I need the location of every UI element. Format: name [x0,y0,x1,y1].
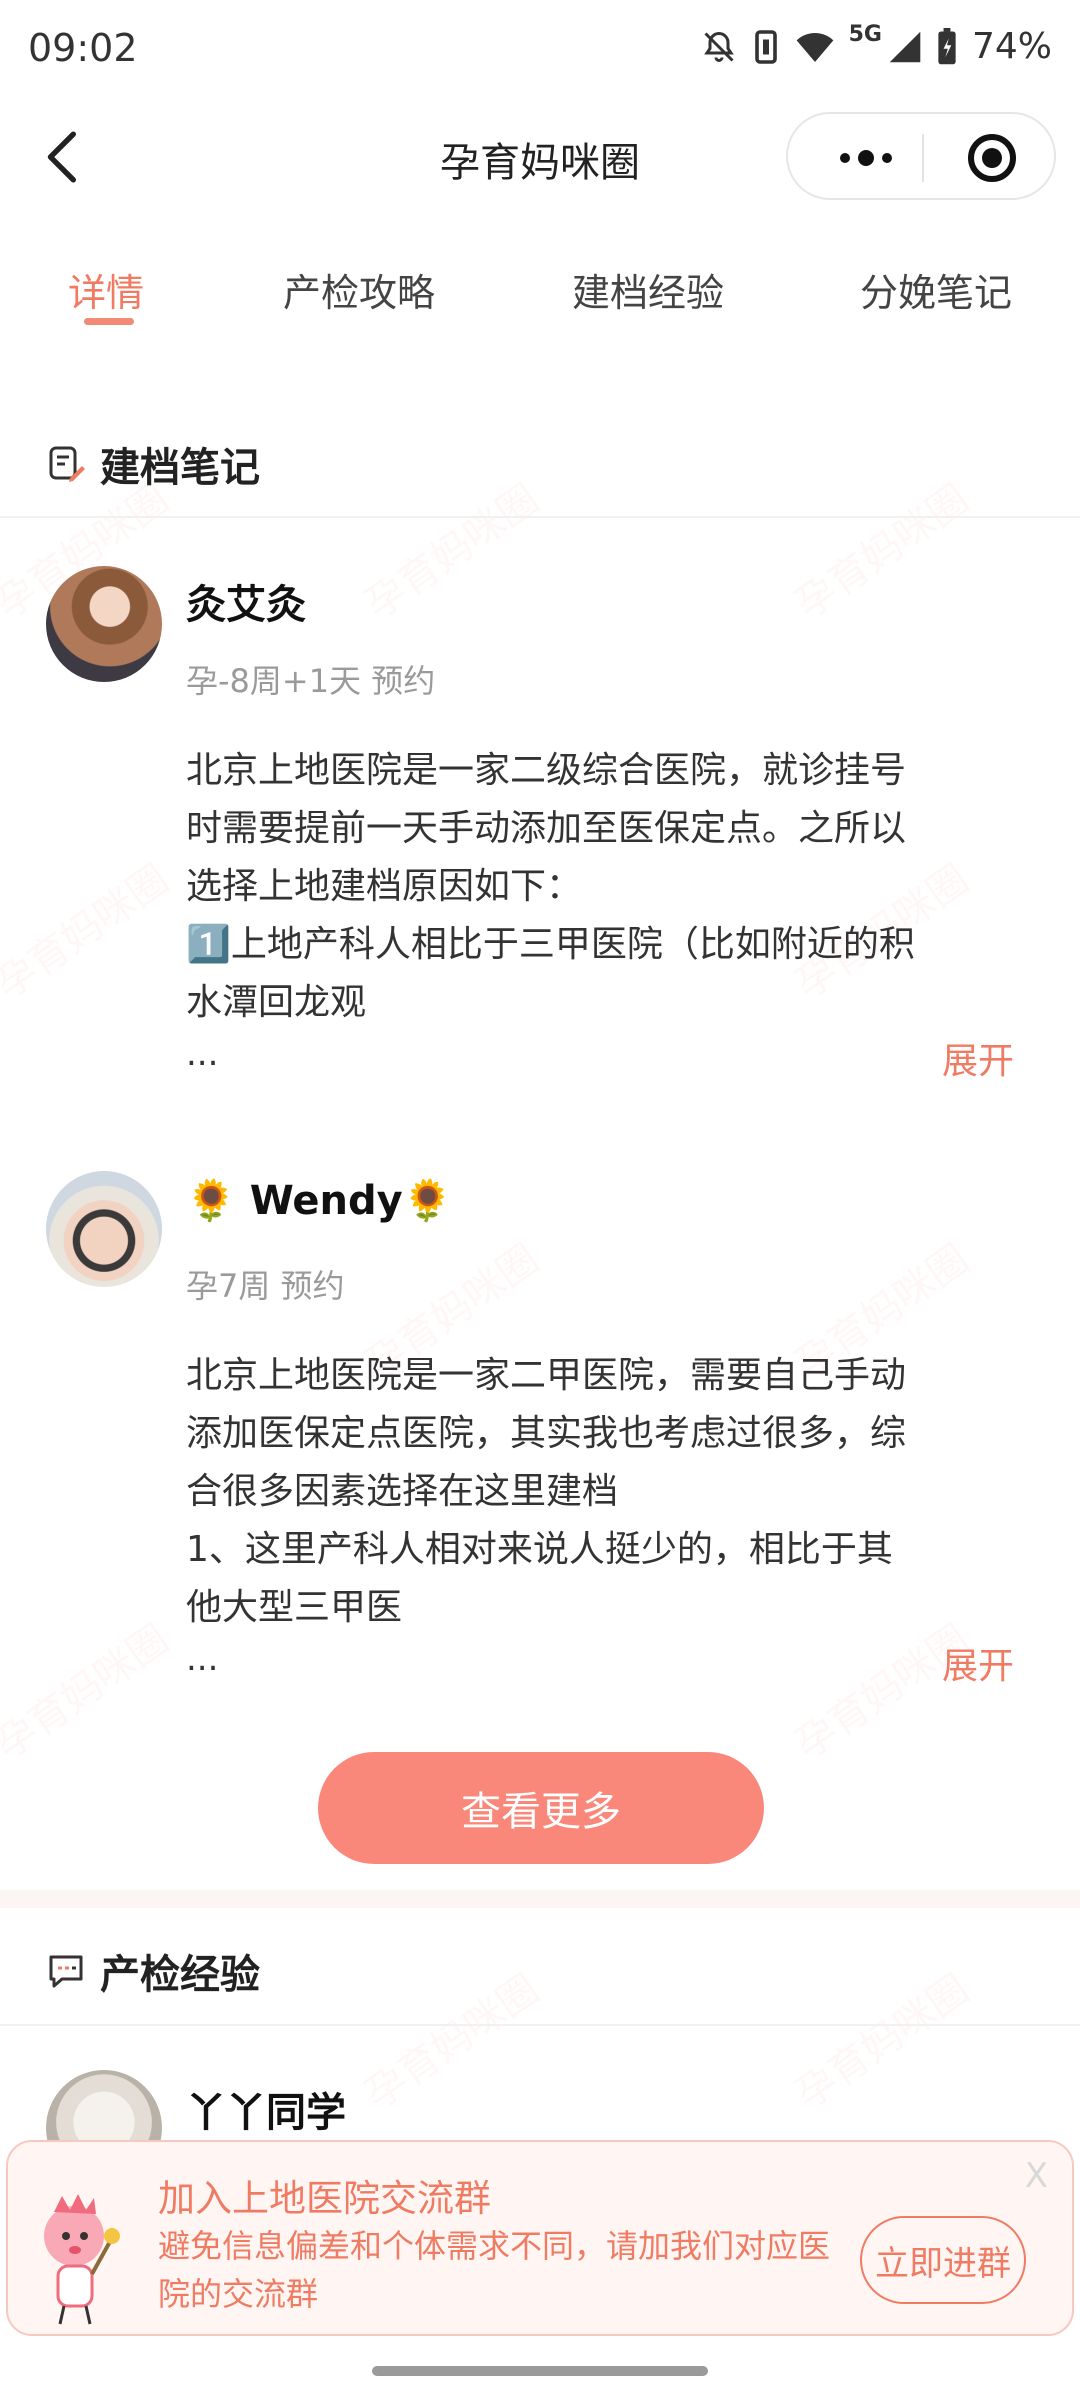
network-type: 5G [848,22,882,47]
tab-delivery-notes[interactable]: 分娩笔记 [860,262,1012,317]
status-icons: 5G 74% [701,22,1052,67]
battery-icon [938,27,956,64]
section-title: 产检经验 [100,1952,260,1998]
tab-details[interactable]: 详情 [68,262,144,317]
section-title: 建档笔记 [100,445,260,491]
miniprogram-capsule [786,112,1056,200]
pregnancy-meta: 孕7周 预约 [186,1267,345,1305]
username[interactable]: 灸艾灸 [186,572,306,630]
close-banner-button[interactable]: X [1025,2156,1048,2196]
tab-bar: 详情 产检攻略 建档经验 分娩笔记 [0,240,1080,340]
bell-off-icon [703,31,734,62]
ellipsis: ... [186,1639,219,1679]
status-time: 09:02 [28,26,138,70]
dot [858,150,874,166]
home-indicator[interactable] [372,2366,708,2376]
banner-description: 避免信息偏差和个体需求不同，请加我们对应医院的交流群 [158,2227,831,2313]
view-more-button[interactable]: 查看更多 [318,1752,764,1864]
watermark: 孕育妈咪圈 [787,476,978,629]
avatar[interactable] [46,566,162,682]
dot [882,153,892,163]
pregnancy-meta: 孕-8周+1天 预约 [186,662,436,700]
watermark: 孕育妈咪圈 [0,1616,178,1769]
watermark: 孕育妈咪圈 [0,856,178,1009]
join-group-banner[interactable]: 加入上地医院交流群 避免信息偏差和个体需求不同，请加我们对应医院的交流群 立即进… [6,2140,1074,2336]
post-text: 北京上地医院是一家二级综合医院，就诊挂号时需要提前一天手动添加至医保定点。之所以… [186,750,915,1023]
mascot-icon [44,2194,120,2325]
vibrate-icon [754,29,777,64]
avatar[interactable] [46,1171,162,1287]
nav-bar: 孕育妈咪圈 [0,100,1080,212]
ellipsis: ... [186,1034,219,1074]
dot [840,153,850,163]
divider [0,516,1080,518]
watermark: 孕育妈咪圈 [787,1966,978,2119]
signal-icon [889,31,921,62]
section-separator [0,1890,1080,1908]
chat-bubble-icon [49,1955,83,1988]
expand-link[interactable]: 展开 [942,1637,1014,1689]
watermark: 孕育妈咪圈 [357,1966,548,2119]
expand-link[interactable]: 展开 [942,1032,1014,1084]
more-options-button[interactable] [826,136,906,180]
status-bar: 09:02 5G 74% [0,0,1080,100]
wifi-icon [796,32,833,62]
post-text: 北京上地医院是一家二甲医院，需要自己手动添加医保定点医院，其实我也考虑过很多，综… [186,1355,907,1628]
capsule-divider [922,134,924,182]
username[interactable]: 丫丫同学 [186,2080,346,2138]
watermark: 孕育妈咪圈 [357,476,548,629]
section-header-checkup: 产检经验 [46,1942,260,2000]
divider [0,2024,1080,2026]
tab-checkup-guide[interactable]: 产检攻略 [283,262,435,317]
close-miniprogram-icon[interactable] [968,134,1016,182]
battery-level: 74% [971,26,1052,67]
active-tab-indicator [84,318,134,325]
tab-registration-experience[interactable]: 建档经验 [572,262,724,317]
username[interactable]: 🌻 Wendy🌻 [186,1177,453,1224]
join-group-button[interactable]: 立即进群 [860,2216,1026,2304]
banner-title: 加入上地医院交流群 [158,2177,491,2220]
note-edit-icon [49,446,85,482]
section-header-notes: 建档笔记 [46,435,260,493]
